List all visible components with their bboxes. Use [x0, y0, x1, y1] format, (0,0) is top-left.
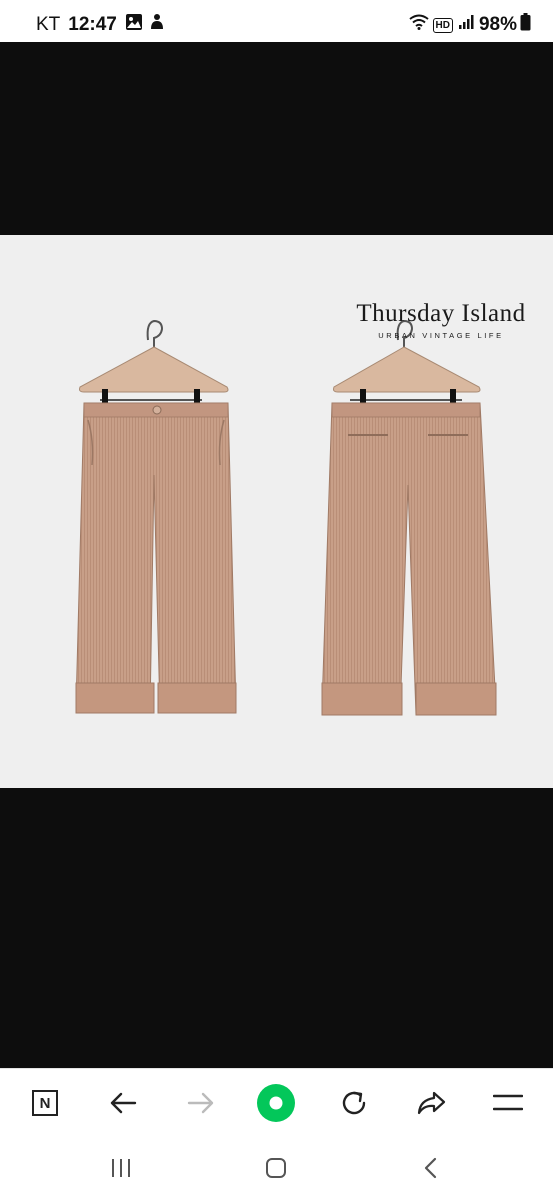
green-dot-button[interactable] — [256, 1083, 296, 1123]
back-button[interactable] — [103, 1083, 143, 1123]
clock: 12:47 — [68, 14, 117, 35]
gallery-icon — [125, 13, 143, 37]
brand-logo: Thursday Island URBAN VINTAGE LIFE — [350, 300, 532, 340]
home-icon — [266, 1158, 286, 1178]
refresh-icon — [342, 1091, 366, 1115]
forward-button[interactable] — [181, 1083, 221, 1123]
green-dot-icon — [257, 1084, 295, 1122]
status-left: KT 12:47 — [36, 13, 165, 37]
back-icon — [424, 1157, 437, 1179]
status-right: HD 98% — [408, 13, 531, 37]
browser-toolbar: N — [0, 1068, 553, 1137]
recent-apps-button[interactable] — [103, 1152, 139, 1184]
front-pants — [75, 402, 237, 714]
home-button[interactable] — [258, 1152, 294, 1184]
front-hanger — [79, 319, 229, 407]
status-bar: KT 12:47 HD 98% — [0, 0, 553, 42]
menu-button[interactable] — [488, 1083, 528, 1123]
recent-apps-icon — [112, 1159, 130, 1177]
menu-icon — [493, 1094, 523, 1111]
naver-home-button[interactable]: N — [25, 1083, 65, 1123]
share-button[interactable] — [411, 1083, 451, 1123]
signal-icon — [458, 14, 474, 36]
back-pants — [321, 402, 497, 716]
network-badge: HD — [432, 17, 453, 33]
battery-percent: 98% — [478, 14, 517, 35]
system-navigation-bar — [0, 1136, 553, 1200]
notification-icon — [149, 13, 165, 37]
wifi-icon — [408, 14, 429, 36]
refresh-button[interactable] — [334, 1083, 374, 1123]
share-icon — [417, 1091, 446, 1115]
brand-tagline: URBAN VINTAGE LIFE — [378, 331, 504, 340]
back-nav-button[interactable] — [413, 1152, 449, 1184]
naver-home-icon: N — [32, 1090, 58, 1116]
battery-icon — [520, 13, 531, 37]
back-arrow-icon — [110, 1092, 137, 1114]
carrier-label: KT — [36, 14, 61, 35]
brand-name: Thursday Island — [356, 300, 526, 327]
forward-arrow-icon — [187, 1092, 214, 1114]
